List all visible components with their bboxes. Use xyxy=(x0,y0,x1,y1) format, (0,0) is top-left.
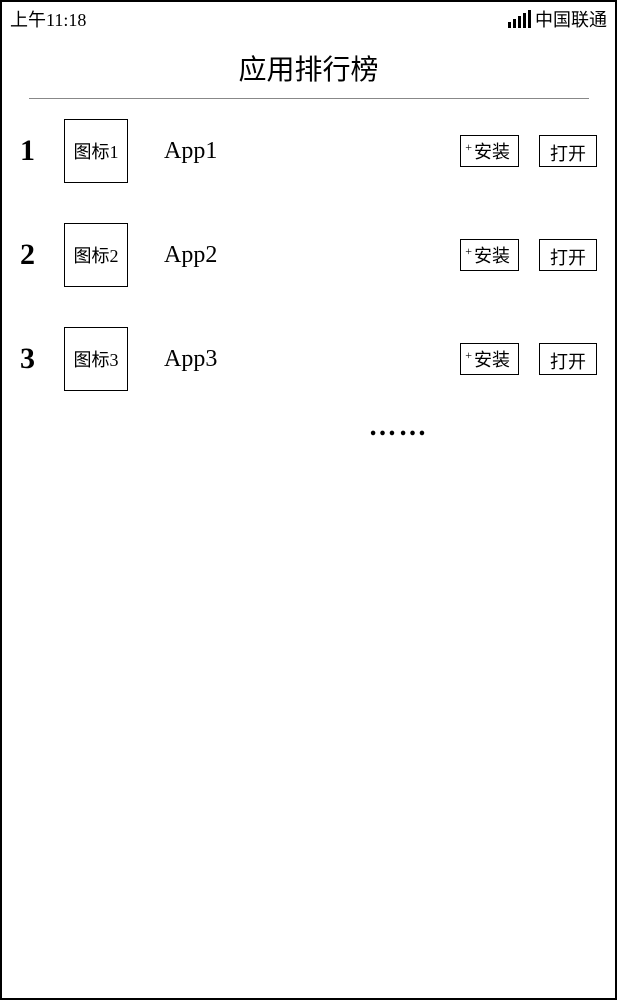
app-list: 1 图标1 App1 + 安装 打开 2 图标2 App2 + 安装 打开 xyxy=(2,99,615,443)
rank-number: 2 xyxy=(20,238,56,272)
open-label: 打开 xyxy=(550,144,586,164)
action-buttons: + 安装 打开 xyxy=(460,135,597,167)
install-button[interactable]: + 安装 xyxy=(460,135,519,167)
app-name: App1 xyxy=(164,138,460,165)
action-buttons: + 安装 打开 xyxy=(460,343,597,375)
open-label: 打开 xyxy=(550,248,586,268)
rank-number: 1 xyxy=(20,134,56,168)
app-icon-label: 图标3 xyxy=(74,346,119,372)
status-carrier: 中国联通 xyxy=(535,6,607,32)
install-button[interactable]: + 安装 xyxy=(460,343,519,375)
action-buttons: + 安装 打开 xyxy=(460,239,597,271)
install-button[interactable]: + 安装 xyxy=(460,239,519,271)
status-bar: 上午11:18 中国联通 xyxy=(2,2,615,36)
plus-icon: + xyxy=(465,244,472,259)
app-icon-label: 图标2 xyxy=(74,242,119,268)
open-label: 打开 xyxy=(550,352,586,372)
rank-number: 3 xyxy=(20,342,56,376)
page-title: 应用排行榜 xyxy=(2,48,615,98)
install-label: 安装 xyxy=(474,242,510,268)
app-icon[interactable]: 图标2 xyxy=(64,223,128,287)
install-label: 安装 xyxy=(474,138,510,164)
app-name: App3 xyxy=(164,346,460,373)
app-icon[interactable]: 图标3 xyxy=(64,327,128,391)
ellipsis-indicator: …… xyxy=(200,411,597,443)
title-section: 应用排行榜 xyxy=(2,48,615,99)
open-button[interactable]: 打开 xyxy=(539,343,597,375)
signal-icon xyxy=(508,10,531,28)
list-item[interactable]: 1 图标1 App1 + 安装 打开 xyxy=(20,119,597,183)
list-item[interactable]: 3 图标3 App3 + 安装 打开 xyxy=(20,327,597,391)
plus-icon: + xyxy=(465,140,472,155)
app-icon[interactable]: 图标1 xyxy=(64,119,128,183)
open-button[interactable]: 打开 xyxy=(539,135,597,167)
app-name: App2 xyxy=(164,242,460,269)
list-item[interactable]: 2 图标2 App2 + 安装 打开 xyxy=(20,223,597,287)
app-icon-label: 图标1 xyxy=(74,138,119,164)
status-right: 中国联通 xyxy=(508,6,607,32)
open-button[interactable]: 打开 xyxy=(539,239,597,271)
status-time: 上午11:18 xyxy=(10,6,86,32)
plus-icon: + xyxy=(465,348,472,363)
install-label: 安装 xyxy=(474,346,510,372)
